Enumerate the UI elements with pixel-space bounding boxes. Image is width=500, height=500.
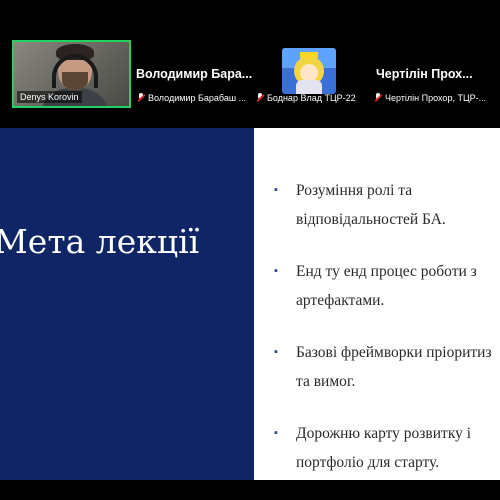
bullet-item: Базові фреймворки пріоритиз та вимог. [274, 338, 500, 396]
shared-slide: Мета лекції Розуміння ролі та відповідал… [0, 128, 500, 480]
participant-label-2: Володимир Барабаш ... [137, 92, 246, 104]
participants-strip: Denys Korovin Володимир Бара... Володими… [0, 0, 500, 128]
slide-content-panel: Розуміння ролі та відповідальностей БА. … [254, 128, 500, 480]
participant-name: Чертілін Прохор, ТЦР-... [385, 93, 487, 103]
muted-mic-icon [374, 93, 383, 103]
avatar-crown [300, 52, 318, 58]
bullet-line: Розуміння ролі та [296, 182, 413, 199]
participant-name: Володимир Барабаш ... [148, 93, 247, 103]
bullet-line: Енд ту енд процес роботи з [296, 263, 477, 280]
bullet-line: Дорожню карту розвитку і [296, 425, 472, 442]
participant-name-tag: Denys Korovin [17, 91, 82, 103]
participant-label-4: Чертілін Прохор, ТЦР-... [374, 92, 486, 104]
bullet-line: портфоліо для старту. [296, 454, 440, 471]
bullet-item: Розуміння ролі та відповідальностей БА. [274, 176, 500, 234]
bottom-bar [0, 480, 500, 500]
bullet-item: Дорожню карту розвитку і портфоліо для с… [274, 419, 500, 477]
participant-name: Боднар Влад ТЦР-22 [267, 93, 356, 103]
bullet-list: Розуміння ролі та відповідальностей БА. … [274, 176, 500, 480]
bullet-line: артефактами. [296, 292, 385, 309]
participant-display-name: Володимир Бара... [136, 67, 253, 81]
slide-title-panel: Мета лекції [0, 128, 254, 480]
bullet-line: та вимог. [296, 373, 356, 390]
participant-display-name: Чертілін Прох... [376, 67, 473, 81]
participant-avatar-tile-3[interactable] [282, 48, 336, 94]
muted-mic-icon [256, 93, 265, 103]
bullet-line: відповідальностей БА. [296, 211, 446, 228]
participant-label-3: Боднар Влад ТЦР-22 [256, 92, 356, 104]
avatar [282, 48, 336, 94]
participant-video-tile[interactable]: Denys Korovin [12, 40, 131, 108]
muted-mic-icon [137, 93, 146, 103]
bullet-item: Енд ту енд процес роботи з артефактами. [274, 257, 500, 315]
slide-title: Мета лекції [0, 222, 200, 261]
bullet-line: Базові фреймворки пріоритиз [296, 344, 492, 361]
